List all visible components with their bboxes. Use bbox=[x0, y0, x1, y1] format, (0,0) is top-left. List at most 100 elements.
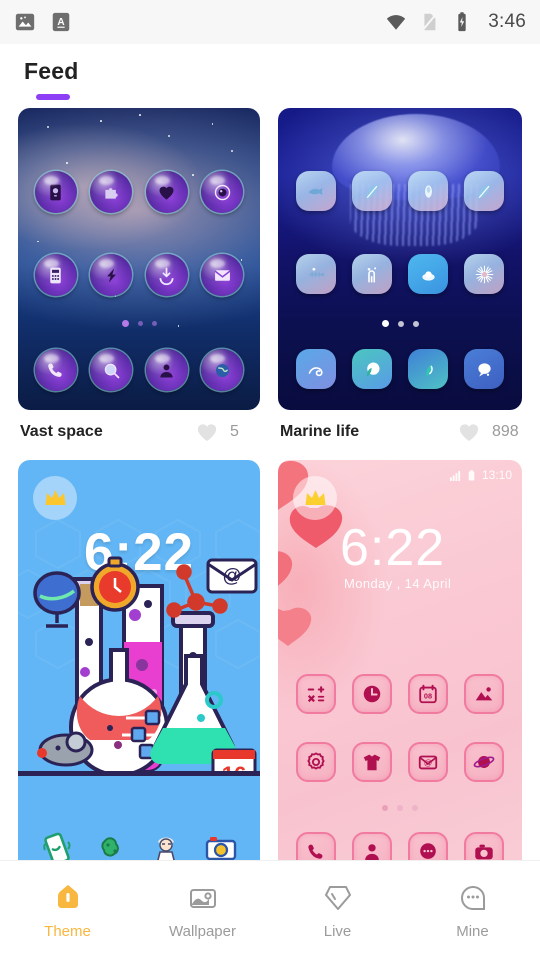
contacts-icon bbox=[145, 349, 188, 391]
theme-meta-marine-life: Marine life 898 bbox=[278, 410, 522, 456]
mock-status-bar: 13:10 bbox=[449, 468, 512, 482]
theme-icon-row-3 bbox=[18, 349, 260, 391]
phone-icon bbox=[34, 349, 77, 391]
mock-clock: 13:10 bbox=[481, 468, 512, 482]
page-indicator-dots bbox=[278, 320, 522, 327]
page-indicator-dots bbox=[278, 805, 522, 811]
theme-icon bbox=[57, 884, 78, 908]
search-icon bbox=[90, 349, 133, 391]
clock-icon bbox=[352, 674, 392, 714]
pink-date: Monday , 14 April bbox=[344, 576, 452, 591]
theme-meta-vast-space: Vast space 5 bbox=[18, 410, 260, 456]
settings-icon bbox=[296, 742, 336, 782]
nav-item-live[interactable]: Live bbox=[270, 882, 405, 940]
theme-icon-row-1 bbox=[18, 171, 260, 213]
crown-icon bbox=[305, 490, 325, 505]
clothes-icon bbox=[352, 742, 392, 782]
nav-item-wallpaper[interactable]: Wallpaper bbox=[135, 882, 270, 940]
calculator-icon bbox=[296, 674, 336, 714]
theme-cell-science-lab: 6:22 @ bbox=[18, 460, 260, 872]
nav-item-mine[interactable]: Mine bbox=[405, 882, 540, 940]
bottom-navigation-bar: Theme Wallpaper Live Mine bbox=[0, 860, 540, 960]
svg-text:@: @ bbox=[424, 759, 432, 768]
browser-icon bbox=[201, 349, 244, 391]
tv-icon bbox=[34, 171, 77, 213]
moon-leaf-icon bbox=[352, 349, 392, 389]
theme-icon-row-2 bbox=[278, 254, 522, 294]
no-sim-icon bbox=[422, 13, 437, 31]
wave-icon bbox=[296, 349, 336, 389]
leaf-icon bbox=[464, 171, 504, 211]
shell-icon bbox=[408, 171, 448, 211]
nav-label: Live bbox=[323, 922, 352, 940]
battery-icon bbox=[468, 469, 475, 481]
page-indicator-dots bbox=[18, 320, 260, 327]
svg-text:08: 08 bbox=[424, 692, 432, 701]
leaf-icon bbox=[352, 171, 392, 211]
theme-card-vast-space[interactable] bbox=[18, 108, 260, 410]
nav-item-theme[interactable]: Theme bbox=[0, 882, 135, 940]
svg-text:@: @ bbox=[222, 566, 241, 587]
nav-label: Theme bbox=[44, 922, 91, 940]
lightning-icon bbox=[90, 254, 133, 296]
pearl-icon bbox=[408, 254, 448, 294]
theme-card-pink-hearts[interactable]: 13:10 6:22 Monday , 14 April 08 @ bbox=[278, 460, 522, 872]
calendar-icon: 08 bbox=[408, 674, 448, 714]
live-diamond-icon bbox=[324, 885, 351, 910]
download-icon bbox=[145, 254, 188, 296]
theme-title: Marine life bbox=[280, 423, 360, 440]
page-title: Feed bbox=[24, 58, 79, 84]
lab-illustration: @ 16 bbox=[33, 556, 258, 790]
like-count: 5 bbox=[230, 423, 239, 440]
theme-icon-row-2 bbox=[18, 254, 260, 296]
status-bar-clock: 3:46 bbox=[488, 11, 526, 32]
theme-card-marine-life[interactable] bbox=[278, 108, 522, 410]
theme-title: Vast space bbox=[20, 423, 103, 440]
like-heart-icon[interactable] bbox=[196, 422, 218, 442]
nav-label: Mine bbox=[456, 922, 489, 940]
theme-icon-row-1 bbox=[278, 171, 522, 211]
theme-cell-vast-space: Vast space 5 bbox=[18, 108, 260, 456]
theme-card-science-lab[interactable]: 6:22 @ bbox=[18, 460, 260, 872]
page-header: Feed bbox=[0, 44, 540, 100]
theme-icon-row-1: 08 bbox=[278, 674, 522, 714]
theme-feed-scroll[interactable]: Vast space 5 Marine life 898 6:22 @ 13:1… bbox=[0, 100, 540, 872]
nav-label: Wallpaper bbox=[169, 922, 236, 940]
fish-icon bbox=[296, 171, 336, 211]
heart-icon bbox=[145, 171, 188, 213]
status-bar: A 3:46 bbox=[0, 0, 540, 44]
screenshot-icon bbox=[15, 13, 35, 31]
theme-icon-row-3 bbox=[278, 349, 522, 389]
like-heart-icon[interactable] bbox=[458, 422, 480, 442]
mine-profile-icon bbox=[460, 885, 485, 910]
pink-clock: 6:22 bbox=[340, 519, 446, 577]
battery-charging-icon bbox=[458, 12, 466, 32]
bubble-icon bbox=[464, 349, 504, 389]
theme-icon-row-2: @ bbox=[278, 742, 522, 782]
fishbone-icon bbox=[296, 254, 336, 294]
status-bar-system-icons: 3:46 bbox=[385, 11, 526, 33]
status-bar-notifications: A bbox=[14, 11, 72, 33]
puzzle-icon bbox=[90, 171, 133, 213]
theme-cell-marine-life: Marine life 898 bbox=[278, 108, 522, 456]
mail-icon bbox=[201, 254, 244, 296]
premium-crown-badge bbox=[293, 476, 337, 520]
camera-lens-icon bbox=[201, 171, 244, 213]
like-group[interactable]: 898 bbox=[458, 422, 520, 442]
theme-grid: Vast space 5 Marine life 898 6:22 @ 13:1… bbox=[0, 100, 540, 872]
keyboard-language-icon: A bbox=[52, 12, 70, 32]
theme-cell-pink-hearts: 13:10 6:22 Monday , 14 April 08 @ bbox=[278, 460, 522, 872]
mail-icon: @ bbox=[408, 742, 448, 782]
like-group[interactable]: 5 bbox=[196, 422, 258, 442]
wifi-icon bbox=[387, 15, 406, 30]
urchin-icon bbox=[464, 254, 504, 294]
coral-icon bbox=[352, 254, 392, 294]
seagrass-icon bbox=[408, 349, 448, 389]
signal-icon bbox=[449, 470, 461, 481]
gallery-icon bbox=[464, 674, 504, 714]
wallpaper-icon bbox=[189, 888, 216, 908]
calculator-icon bbox=[34, 254, 77, 296]
planet-icon bbox=[464, 742, 504, 782]
svg-text:A: A bbox=[57, 17, 65, 28]
like-count: 898 bbox=[492, 423, 519, 440]
